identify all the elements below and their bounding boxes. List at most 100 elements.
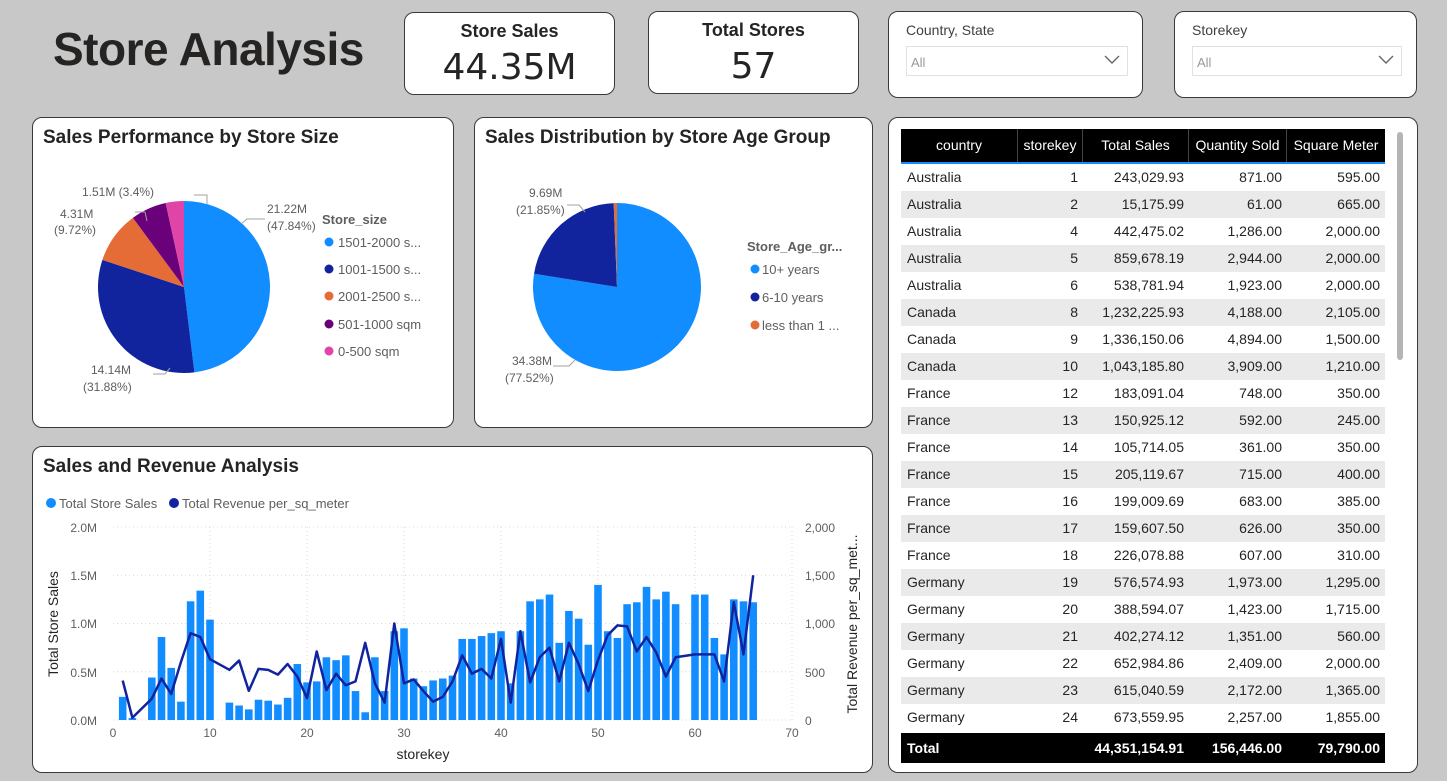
legend-item[interactable]: less than 1 ... (762, 318, 839, 333)
total-sales-cell: 1,043,185.80 (1102, 358, 1184, 374)
total-cell: 156,446.00 (1211, 740, 1282, 756)
bar-storekey-15[interactable] (254, 699, 263, 720)
country-cell: Canada (907, 331, 957, 347)
column-header-storekey[interactable]: storekey (1018, 129, 1083, 162)
total-sales-cell: 159,607.50 (1113, 520, 1184, 536)
bar-storekey-52[interactable] (613, 637, 622, 720)
square-meter-cell: 350.00 (1337, 439, 1380, 455)
total-label: Total (907, 740, 940, 756)
bar-storekey-14[interactable] (245, 709, 253, 720)
table-row[interactable]: France 14 105,714.05 361.00 350.00 (901, 434, 1385, 461)
legend-item[interactable]: Total Revenue per_sq_meter (182, 496, 350, 511)
total-sales-cell: 615,040.59 (1113, 682, 1184, 698)
column-header-country[interactable]: country (901, 129, 1018, 162)
square-meter-cell: 595.00 (1337, 169, 1380, 185)
bar-storekey-26[interactable] (361, 712, 369, 720)
legend-item[interactable]: 10+ years (762, 262, 820, 277)
bar-storekey-38[interactable] (477, 636, 486, 720)
bar-storekey-47[interactable] (565, 610, 573, 720)
column-header-square-meter[interactable]: Square Meter (1287, 129, 1385, 162)
storekey-dropdown[interactable]: All (1192, 46, 1402, 76)
square-meter-cell: 245.00 (1337, 412, 1380, 428)
table-row[interactable]: Australia 6 538,781.94 1,923.00 2,000.00 (901, 272, 1385, 299)
bar-storekey-1[interactable] (118, 696, 127, 720)
bar-storekey-7[interactable] (177, 701, 185, 720)
table-row[interactable]: Germany 20 388,594.07 1,423.00 1,715.00 (901, 596, 1385, 623)
column-header-total-sales[interactable]: Total Sales (1083, 129, 1189, 162)
country-cell: France (907, 412, 951, 428)
country-state-dropdown[interactable]: All (906, 46, 1128, 76)
bar-storekey-23[interactable] (332, 660, 340, 720)
bar-storekey-21[interactable] (312, 681, 321, 720)
store-age-legend-title: Store_Age_gr... (747, 239, 842, 254)
table-row[interactable]: France 18 226,078.88 607.00 310.00 (901, 542, 1385, 569)
table-row[interactable]: Australia 5 859,678.19 2,944.00 2,000.00 (901, 245, 1385, 272)
bar-storekey-66[interactable] (749, 602, 757, 720)
table-row[interactable]: Germany 24 673,559.95 2,257.00 1,855.00 (901, 704, 1385, 731)
square-meter-cell: 1,500.00 (1325, 331, 1381, 347)
bar-storekey-10[interactable] (206, 619, 214, 720)
square-meter-cell: 400.00 (1337, 466, 1380, 482)
bar-storekey-57[interactable] (662, 591, 670, 720)
square-meter-cell: 1,365.00 (1325, 682, 1381, 698)
storekey-cell: 20 (1062, 601, 1078, 617)
table-row[interactable]: France 12 183,091.04 748.00 350.00 (901, 380, 1385, 407)
bar-storekey-31[interactable] (409, 678, 418, 720)
table-scrollbar-thumb[interactable] (1397, 132, 1403, 360)
table-row[interactable]: Australia 4 442,475.02 1,286.00 2,000.00 (901, 218, 1385, 245)
table-row[interactable]: Australia 2 15,175.99 61.00 665.00 (901, 191, 1385, 218)
bar-storekey-43[interactable] (526, 601, 534, 720)
bar-storekey-17[interactable] (274, 704, 282, 720)
legend-item[interactable]: 6-10 years (762, 290, 824, 305)
legend-item[interactable]: 2001-2500 s... (338, 289, 421, 304)
bar-storekey-61[interactable] (700, 594, 709, 720)
bar-storekey-25[interactable] (351, 691, 360, 720)
table-row[interactable]: Canada 8 1,232,225.93 4,188.00 2,105.00 (901, 299, 1385, 326)
table-row[interactable]: Australia 1 243,029.93 871.00 595.00 (901, 164, 1385, 191)
x-tick-label: 0 (110, 726, 117, 740)
legend-item[interactable]: 501-1000 sqm (338, 317, 421, 332)
legend-item[interactable]: Total Store Sales (59, 496, 158, 511)
table-row[interactable]: France 16 199,009.69 683.00 385.00 (901, 488, 1385, 515)
bar-storekey-53[interactable] (623, 604, 631, 720)
total-sales-cell: 226,078.88 (1113, 547, 1184, 563)
bar-storekey-54[interactable] (633, 602, 641, 720)
pie1-label-2001-2500: 4.31M (60, 207, 93, 221)
table-body: Australia 1 243,029.93 871.00 595.00 Australi… (901, 164, 1385, 731)
table-header: country storekey Total Sales Quantity So… (901, 129, 1385, 164)
bar-storekey-60[interactable] (691, 594, 699, 720)
bar-storekey-65[interactable] (739, 601, 748, 720)
page-title: Store Analysis (53, 23, 364, 75)
bar-storekey-13[interactable] (235, 705, 243, 720)
total-sales-cell: 1,232,225.93 (1102, 304, 1184, 320)
bar-storekey-16[interactable] (264, 700, 272, 720)
pie-slice-size-0[interactable] (184, 201, 270, 373)
bar-storekey-9[interactable] (196, 590, 205, 720)
table-row[interactable]: Germany 22 652,984.86 2,409.00 2,000.00 (901, 650, 1385, 677)
quantity-sold-cell: 4,188.00 (1227, 304, 1283, 320)
table-row[interactable]: France 17 159,607.50 626.00 350.00 (901, 515, 1385, 542)
table-row[interactable]: Canada 10 1,043,185.80 3,909.00 1,210.00 (901, 353, 1385, 380)
bar-storekey-18[interactable] (283, 697, 292, 720)
table-row[interactable]: Germany 23 615,040.59 2,172.00 1,365.00 (901, 677, 1385, 704)
total-sales-cell: 183,091.04 (1113, 385, 1184, 401)
legend-item[interactable]: 1501-2000 s... (338, 235, 421, 250)
storekey-cell: 10 (1062, 358, 1078, 374)
bar-storekey-55[interactable] (642, 586, 651, 720)
total-sales-cell: 652,984.86 (1113, 655, 1184, 671)
table-row[interactable]: France 13 150,925.12 592.00 245.00 (901, 407, 1385, 434)
table-row[interactable]: Canada 9 1,336,150.06 4,894.00 1,500.00 (901, 326, 1385, 353)
legend-item[interactable]: 0-500 sqm (338, 344, 399, 359)
bar-storekey-24[interactable] (342, 655, 350, 720)
column-header-quantity-sold[interactable]: Quantity Sold (1189, 129, 1287, 162)
table-row[interactable]: France 15 205,119.67 715.00 400.00 (901, 461, 1385, 488)
bar-storekey-36[interactable] (458, 638, 466, 720)
legend-item[interactable]: 1001-1500 s... (338, 262, 421, 277)
y2-tick-label: 1,500 (805, 569, 835, 583)
bar-storekey-37[interactable] (468, 638, 476, 720)
bar-storekey-62[interactable] (710, 637, 719, 720)
table-row[interactable]: Germany 19 576,574.93 1,973.00 1,295.00 (901, 569, 1385, 596)
bar-storekey-8[interactable] (186, 601, 195, 720)
bar-storekey-12[interactable] (225, 702, 234, 720)
table-row[interactable]: Germany 21 402,274.12 1,351.00 560.00 (901, 623, 1385, 650)
